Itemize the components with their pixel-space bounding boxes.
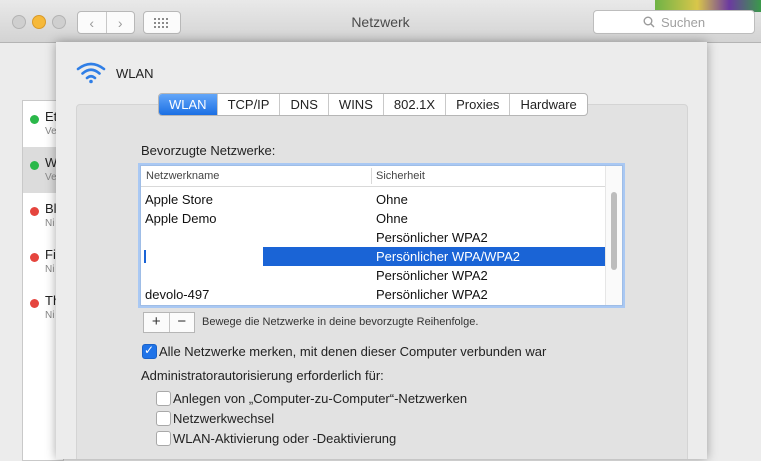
tab-bar: WLAN TCP/IP DNS WINS 802.1X Proxies Hard… <box>158 93 588 116</box>
sheet-header: WLAN <box>76 62 154 84</box>
table-row[interactable]: Apple Store Ohne <box>141 190 606 209</box>
network-security: Persönlicher WPA2 <box>376 268 488 283</box>
reorder-hint: Bewege die Netzwerke in deine bevorzugte… <box>202 316 479 328</box>
wifi-icon <box>76 62 106 84</box>
add-network-button[interactable]: + <box>144 313 169 332</box>
add-remove-control: + − <box>143 312 195 333</box>
status-dot <box>30 161 39 170</box>
computer-to-computer-label[interactable]: Anlegen von „Computer-zu-Computer“-Netzw… <box>173 391 467 406</box>
status-dot <box>30 207 39 216</box>
tab-hardware[interactable]: Hardware <box>509 94 586 115</box>
search-placeholder: Suchen <box>660 14 706 30</box>
scrollbar-thumb[interactable] <box>611 192 617 270</box>
network-name: Apple Store <box>145 192 213 207</box>
search-field[interactable]: Suchen <box>593 10 755 34</box>
tab-tcpip[interactable]: TCP/IP <box>216 94 280 115</box>
tab-dns[interactable]: DNS <box>279 94 327 115</box>
wlan-toggle-label[interactable]: WLAN-Aktivierung oder -Deaktivierung <box>173 431 396 446</box>
tab-wins[interactable]: WINS <box>327 94 383 115</box>
column-divider <box>371 168 372 184</box>
search-icon <box>643 16 655 28</box>
wlan-toggle-checkbox[interactable] <box>156 431 171 446</box>
table-header: Netzwerkname Sicherheit <box>141 166 606 187</box>
service-status: Ve <box>45 126 57 137</box>
remember-networks-checkbox[interactable] <box>142 343 157 359</box>
tab-proxies[interactable]: Proxies <box>445 94 509 115</box>
remember-networks-label[interactable]: Alle Netzwerke merken, mit denen dieser … <box>159 344 546 359</box>
wlan-advanced-sheet: WLAN WLAN TCP/IP DNS WINS 802.1X Proxies… <box>56 42 707 459</box>
remove-network-button[interactable]: − <box>168 313 195 332</box>
service-status: Ve <box>45 172 57 183</box>
selection-indicator <box>144 250 146 263</box>
table-scrollbar[interactable] <box>605 166 622 305</box>
service-status: Ni <box>45 310 55 321</box>
preferred-networks-table[interactable]: Netzwerkname Sicherheit Apple Store Ohne… <box>140 165 623 306</box>
computer-to-computer-checkbox[interactable] <box>156 391 171 406</box>
tab-8021x[interactable]: 802.1X <box>382 94 445 115</box>
network-change-checkbox[interactable] <box>156 411 171 426</box>
title-bar: ‹ › Netzwerk Suchen <box>0 0 761 43</box>
status-dot <box>30 115 39 124</box>
service-status: Ni <box>45 218 55 229</box>
table-row[interactable]: Apple Demo Ohne <box>141 209 606 228</box>
network-security: Ohne <box>376 192 408 207</box>
column-header-security[interactable]: Sicherheit <box>376 166 425 186</box>
network-security: Persönlicher WPA2 <box>376 287 488 302</box>
service-name: Fi <box>45 247 56 262</box>
column-header-name[interactable]: Netzwerkname <box>146 166 219 186</box>
sheet-title: WLAN <box>116 65 154 81</box>
service-name: Bl <box>45 201 57 216</box>
network-name: Apple Demo <box>145 211 217 226</box>
table-row-selected[interactable]: Persönlicher WPA/WPA2 <box>141 247 606 266</box>
network-security: Ohne <box>376 211 408 226</box>
tab-wlan[interactable]: WLAN <box>159 94 217 115</box>
service-status: Ni <box>45 264 55 275</box>
table-row[interactable]: Persönlicher WPA2 <box>141 228 606 247</box>
preferred-networks-label: Bevorzugte Netzwerke: <box>141 143 276 158</box>
status-dot <box>30 299 39 308</box>
table-row[interactable]: devolo-497 Persönlicher WPA2 <box>141 285 606 304</box>
status-dot <box>30 253 39 262</box>
admin-auth-label: Administratorautorisierung erforderlich … <box>141 368 384 383</box>
network-security: Persönlicher WPA2 <box>376 230 488 245</box>
network-change-label[interactable]: Netzwerkwechsel <box>173 411 274 426</box>
network-name: devolo-497 <box>145 287 210 302</box>
network-security: Persönlicher WPA/WPA2 <box>376 249 521 264</box>
table-row[interactable]: Persönlicher WPA2 <box>141 266 606 285</box>
